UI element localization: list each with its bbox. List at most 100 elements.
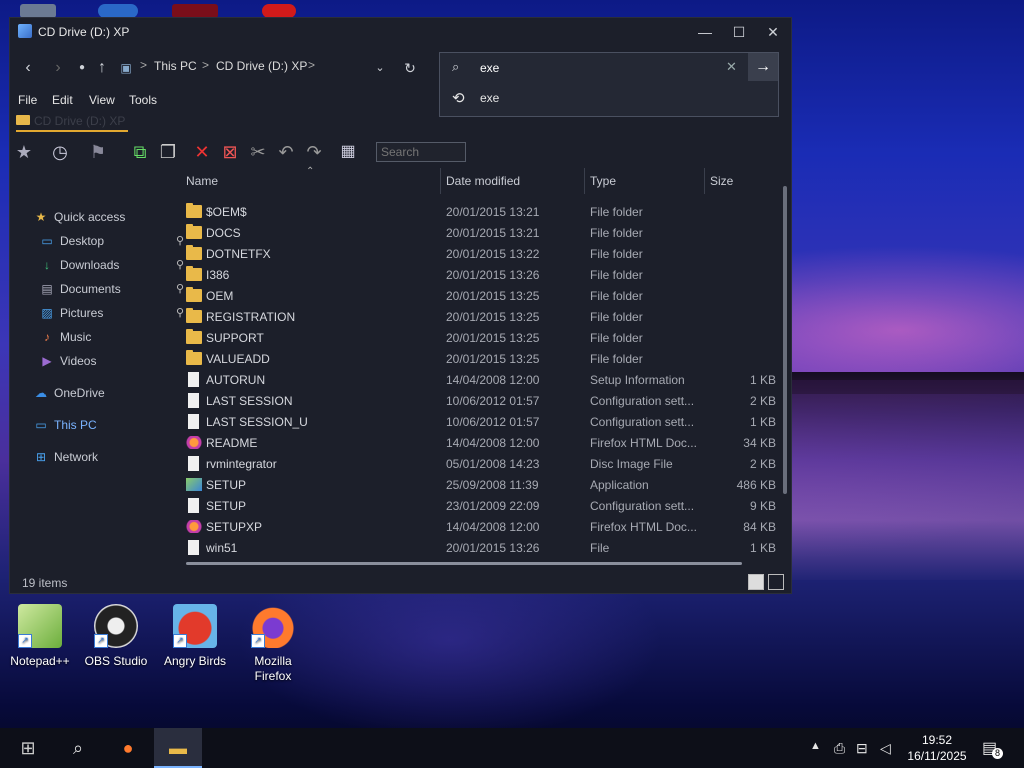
- desktop-top-icons: [0, 0, 320, 18]
- column-name[interactable]: Name: [186, 174, 218, 188]
- desktop-icon-notepadpp[interactable]: ↗ Notepad++: [0, 604, 80, 669]
- recent-dot-icon[interactable]: ●: [72, 58, 92, 78]
- column-divider[interactable]: [584, 168, 585, 194]
- folder-icon: [186, 287, 202, 302]
- address-dropdown-icon[interactable]: ⌄: [370, 58, 390, 78]
- favorites-icon[interactable]: ★: [12, 140, 36, 164]
- search-go-button[interactable]: →: [748, 53, 778, 81]
- properties-icon[interactable]: ▦: [336, 140, 360, 164]
- column-date[interactable]: Date modified: [446, 174, 520, 188]
- table-row[interactable]: README 14/04/2008 12:00 Firefox HTML Doc..…: [182, 433, 782, 454]
- table-row[interactable]: DOTNETFX 20/01/2015 13:22 File folder: [182, 244, 782, 265]
- details-view-button[interactable]: [748, 574, 764, 590]
- column-divider[interactable]: [440, 168, 441, 194]
- nav-item-desktop[interactable]: ▭ Desktop ⚲: [40, 232, 184, 252]
- column-type[interactable]: Type: [590, 174, 616, 188]
- breadcrumb-this-pc[interactable]: This PC: [154, 59, 197, 73]
- table-row[interactable]: LAST SESSION 10/06/2012 01:57 Configuratio…: [182, 391, 782, 412]
- cell-date: 20/01/2015 13:22: [446, 247, 540, 261]
- table-row[interactable]: DOCS 20/01/2015 13:21 File folder: [182, 223, 782, 244]
- table-row[interactable]: $OEM$ 20/01/2015 13:21 File folder: [182, 202, 782, 223]
- delete-icon[interactable]: ✕: [190, 140, 214, 164]
- table-row[interactable]: SETUPXP 14/04/2008 12:00 Firefox HTML Doc.…: [182, 517, 782, 538]
- maximize-button[interactable]: ☐: [724, 22, 754, 42]
- table-row[interactable]: SUPPORT 20/01/2015 13:25 File folder: [182, 328, 782, 349]
- nav-item-videos[interactable]: ▶ Videos: [40, 352, 170, 372]
- cell-date: 14/04/2008 12:00: [446, 520, 540, 534]
- cut-icon[interactable]: ✂: [246, 140, 270, 164]
- drive-small-icon: ▣: [120, 61, 132, 75]
- table-row[interactable]: I386 20/01/2015 13:26 File folder: [182, 265, 782, 286]
- close-button[interactable]: ✕: [758, 22, 788, 42]
- forward-button[interactable]: ›: [48, 58, 68, 78]
- large-icons-view-button[interactable]: [768, 574, 784, 590]
- nav-item-pictures[interactable]: ▨ Pictures ⚲: [40, 304, 184, 324]
- navigation-pane: ★ Quick access ▭ Desktop ⚲ ↓ Downloads ⚲ ▤ Docume…: [10, 184, 184, 464]
- notifications-icon[interactable]: ▤ 8: [982, 738, 1003, 759]
- table-row[interactable]: REGISTRATION 20/01/2015 13:25 File folder: [182, 307, 782, 328]
- move-to-icon[interactable]: ❐: [156, 140, 180, 164]
- nav-item-documents[interactable]: ▤ Documents ⚲: [40, 280, 184, 300]
- breadcrumb-drive[interactable]: CD Drive (D:) XP: [216, 59, 307, 73]
- search-input[interactable]: [478, 59, 722, 77]
- cell-date: 10/06/2012 01:57: [446, 415, 540, 429]
- clear-search-icon[interactable]: ✕: [726, 59, 737, 75]
- nav-item-this-pc[interactable]: ▭ This PC: [34, 416, 170, 436]
- nav-item-quick-access[interactable]: ★ Quick access: [34, 208, 170, 228]
- minimize-button[interactable]: —: [690, 22, 720, 42]
- history-clock-icon[interactable]: ◷: [48, 140, 72, 164]
- vertical-scrollbar[interactable]: [783, 186, 787, 494]
- table-row[interactable]: LAST SESSION_U 10/06/2012 01:57 Configurat…: [182, 412, 782, 433]
- device-icon[interactable]: ⎙: [834, 740, 845, 757]
- menu-edit[interactable]: Edit: [52, 93, 73, 107]
- title-bar[interactable]: CD Drive (D:) XP — ☐ ✕: [10, 18, 791, 46]
- toolbar-search-input[interactable]: [376, 142, 466, 162]
- column-size[interactable]: Size: [710, 174, 733, 188]
- nav-item-network[interactable]: ⊞ Network: [34, 448, 170, 468]
- column-divider[interactable]: [704, 168, 705, 194]
- table-row[interactable]: SETUP 23/01/2009 22:09 Configuration sett.…: [182, 496, 782, 517]
- clock[interactable]: 19:52 16/11/2025: [902, 732, 972, 764]
- file-explorer-taskbar-icon[interactable]: ▬: [154, 728, 202, 768]
- table-row[interactable]: VALUEADD 20/01/2015 13:25 File folder: [182, 349, 782, 370]
- desktop-icon-firefox[interactable]: ↗ Mozilla Firefox: [233, 604, 313, 684]
- cell-date: 23/01/2009 22:09: [446, 499, 540, 513]
- network-tray-icon[interactable]: ⊟: [856, 740, 868, 757]
- desktop-icon-angry-birds[interactable]: ↗ Angry Birds: [155, 604, 235, 669]
- refresh-button[interactable]: ↻: [400, 58, 420, 78]
- copy-to-icon[interactable]: ⧉: [128, 140, 152, 164]
- table-row[interactable]: SETUP 25/09/2008 11:39 Application 486 KB: [182, 475, 782, 496]
- delete-all-icon[interactable]: ⊠: [218, 140, 242, 164]
- firefox-taskbar-icon[interactable]: ●: [104, 728, 152, 768]
- menu-tools[interactable]: Tools: [129, 93, 157, 107]
- undo-icon[interactable]: ↶: [274, 140, 298, 164]
- desktop-icon-obs[interactable]: ↗ OBS Studio: [76, 604, 156, 669]
- table-row[interactable]: win51 20/01/2015 13:26 File 1 KB: [182, 538, 782, 559]
- nav-item-downloads[interactable]: ↓ Downloads ⚲: [40, 256, 184, 276]
- menu-file[interactable]: File: [18, 93, 37, 107]
- up-button[interactable]: ↑: [92, 58, 112, 78]
- cell-size: 9 KB: [749, 499, 776, 513]
- table-row[interactable]: AUTORUN 14/04/2008 12:00 Setup Information…: [182, 370, 782, 391]
- start-button[interactable]: ⊞: [4, 728, 52, 768]
- redo-icon[interactable]: ↷: [302, 140, 326, 164]
- horizontal-scrollbar[interactable]: [186, 562, 742, 565]
- volume-muted-icon[interactable]: ◁: [880, 740, 891, 757]
- notification-count: 8: [992, 748, 1003, 759]
- folder-icon: [186, 350, 202, 365]
- back-button[interactable]: ‹: [18, 58, 38, 78]
- nav-item-music[interactable]: ♪ Music: [40, 328, 170, 348]
- search-box[interactable]: ⌕ ✕: [439, 52, 779, 82]
- tab-current[interactable]: CD Drive (D:) XP: [16, 114, 128, 132]
- file-list: Name ⌃ Date modified Type Size $OEM$ 20/0…: [182, 166, 782, 568]
- search-taskbar-icon[interactable]: ⌕: [54, 728, 102, 768]
- table-row[interactable]: rvmintegrator 05/01/2008 14:23 Disc Image …: [182, 454, 782, 475]
- menu-view[interactable]: View: [89, 93, 115, 107]
- nav-item-onedrive[interactable]: ☁ OneDrive: [34, 384, 170, 404]
- search-suggestion[interactable]: ⟲ exe: [439, 81, 779, 117]
- file-icon: [188, 393, 199, 408]
- windows-flag-icon[interactable]: ⚑: [86, 140, 110, 164]
- cell-name: SETUP: [206, 499, 247, 513]
- table-row[interactable]: OEM 20/01/2015 13:25 File folder: [182, 286, 782, 307]
- show-hidden-icons-icon[interactable]: ▲: [810, 740, 821, 752]
